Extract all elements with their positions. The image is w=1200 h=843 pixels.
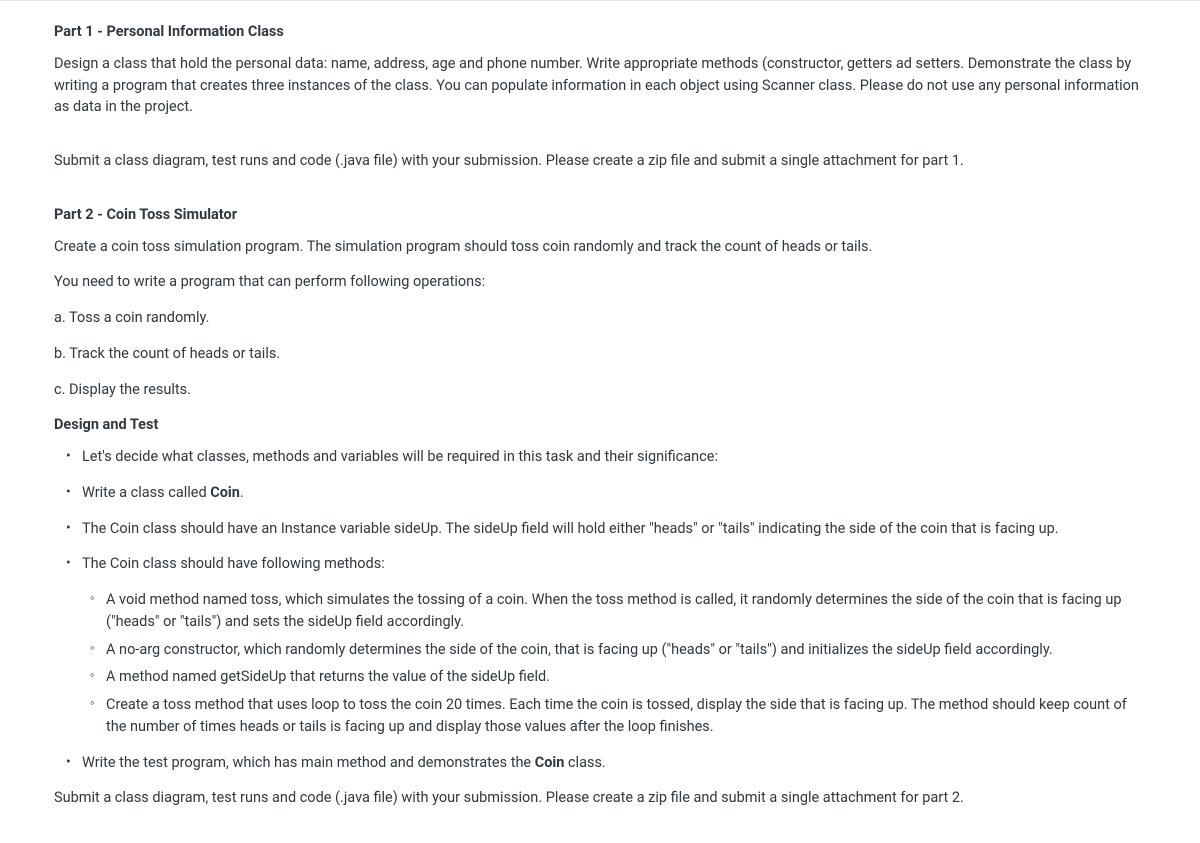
design-test-title: Design and Test [54,414,1146,436]
part1-title: Part 1 - Personal Information Class [54,21,1146,43]
bullet-test-pre: Write the test program, which has main m… [82,754,535,771]
bullet-write-coin-post: . [240,484,244,501]
sub-getsideup: A method named getSideUp that returns th… [106,666,1146,688]
bullet-significance: Let's decide what classes, methods and v… [82,446,1146,468]
part2-op-a: a. Toss a coin randomly. [54,307,1146,329]
part2-submission: Submit a class diagram, test runs and co… [54,787,1146,809]
bullet-sideup: The Coin class should have an Instance v… [82,518,1146,540]
part2-op-b: b. Track the count of heads or tails. [54,343,1146,365]
part2-operations-lead: You need to write a program that can per… [54,271,1146,293]
part1-submission: Submit a class diagram, test runs and co… [54,150,1146,172]
design-bullet-list: Let's decide what classes, methods and v… [54,446,1146,575]
bullet-write-coin: Write a class called Coin. [82,482,1146,504]
part2-op-c: c. Display the results. [54,379,1146,401]
design-bullet-list-tail: Write the test program, which has main m… [54,752,1146,774]
methods-sublist: A void method named toss, which simulate… [54,589,1146,738]
coin-classname-2: Coin [535,754,565,771]
document-content: Part 1 - Personal Information Class Desi… [54,21,1146,809]
part1-description: Design a class that hold the personal da… [54,53,1146,118]
sub-toss-void: A void method named toss, which simulate… [106,589,1146,633]
sub-constructor: A no-arg constructor, which randomly det… [106,639,1146,661]
bullet-test-post: class. [564,754,605,771]
part2-intro: Create a coin toss simulation program. T… [54,236,1146,258]
bullet-write-coin-pre: Write a class called [82,484,210,501]
bullet-methods-lead: The Coin class should have following met… [82,553,1146,575]
coin-classname: Coin [210,484,240,501]
bullet-test-program: Write the test program, which has main m… [82,752,1146,774]
part2-title: Part 2 - Coin Toss Simulator [54,204,1146,226]
sub-toss-loop: Create a toss method that uses loop to t… [106,694,1146,738]
